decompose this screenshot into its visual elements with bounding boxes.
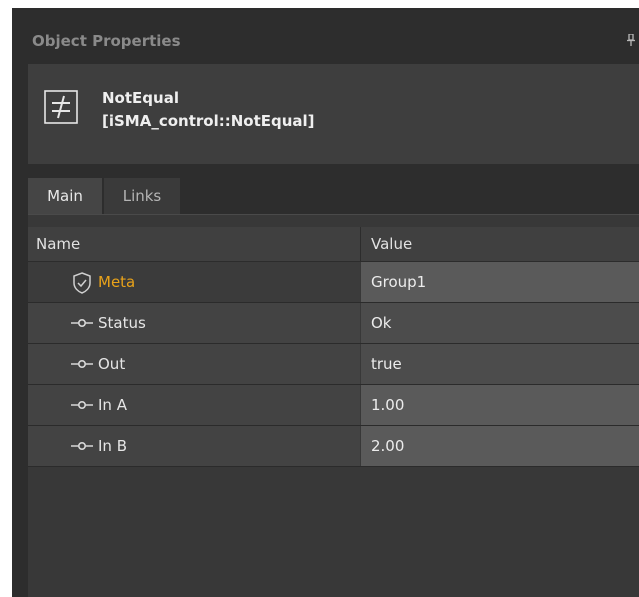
property-value: Ok [361, 303, 639, 343]
panel-titlebar: Object Properties [12, 8, 639, 56]
property-label: Out [98, 355, 126, 373]
slot-icon [71, 400, 93, 410]
component-name: NotEqual [102, 89, 179, 107]
property-grid: Name Value Meta Group1 Status Ok Out tru… [28, 214, 639, 597]
tab-main[interactable]: Main [28, 178, 102, 214]
object-properties-panel: Object Properties NotEqual [iSMA_control… [12, 8, 639, 597]
component-header: NotEqual [iSMA_control::NotEqual] [28, 64, 639, 164]
component-type: [iSMA_control::NotEqual] [102, 112, 315, 130]
column-header-value[interactable]: Value [371, 227, 412, 261]
column-header-name[interactable]: Name [36, 227, 80, 261]
property-label: Meta [98, 273, 136, 291]
name-cell: Out [28, 344, 360, 384]
pin-icon-glyph [627, 33, 635, 46]
shield-icon [73, 272, 91, 294]
property-value-field[interactable]: Group1 [361, 262, 639, 302]
not-equal-icon [44, 90, 78, 124]
pin-icon[interactable] [627, 33, 635, 48]
name-cell: In B [28, 426, 360, 466]
property-row-out[interactable]: Out true [28, 344, 639, 385]
property-value: true [361, 344, 639, 384]
slot-icon [71, 318, 93, 328]
property-row-in-b[interactable]: In B 2.00 [28, 426, 639, 467]
name-cell: Status [28, 303, 360, 343]
panel-title: Object Properties [32, 32, 181, 50]
property-value-field[interactable]: 2.00 [361, 426, 639, 466]
slot-icon [71, 359, 93, 369]
property-label: In B [98, 437, 127, 455]
name-cell: Meta [28, 262, 360, 302]
tab-bar: Main Links [28, 174, 639, 214]
property-label: Status [98, 314, 146, 332]
property-row-status[interactable]: Status Ok [28, 303, 639, 344]
grid-header: Name Value [28, 227, 639, 262]
name-cell: In A [28, 385, 360, 425]
column-divider[interactable] [360, 227, 361, 261]
tab-links[interactable]: Links [104, 178, 180, 214]
property-row-meta[interactable]: Meta Group1 [28, 262, 639, 303]
property-label: In A [98, 396, 127, 414]
slot-icon [71, 441, 93, 451]
property-value-field[interactable]: 1.00 [361, 385, 639, 425]
property-row-in-a[interactable]: In A 1.00 [28, 385, 639, 426]
